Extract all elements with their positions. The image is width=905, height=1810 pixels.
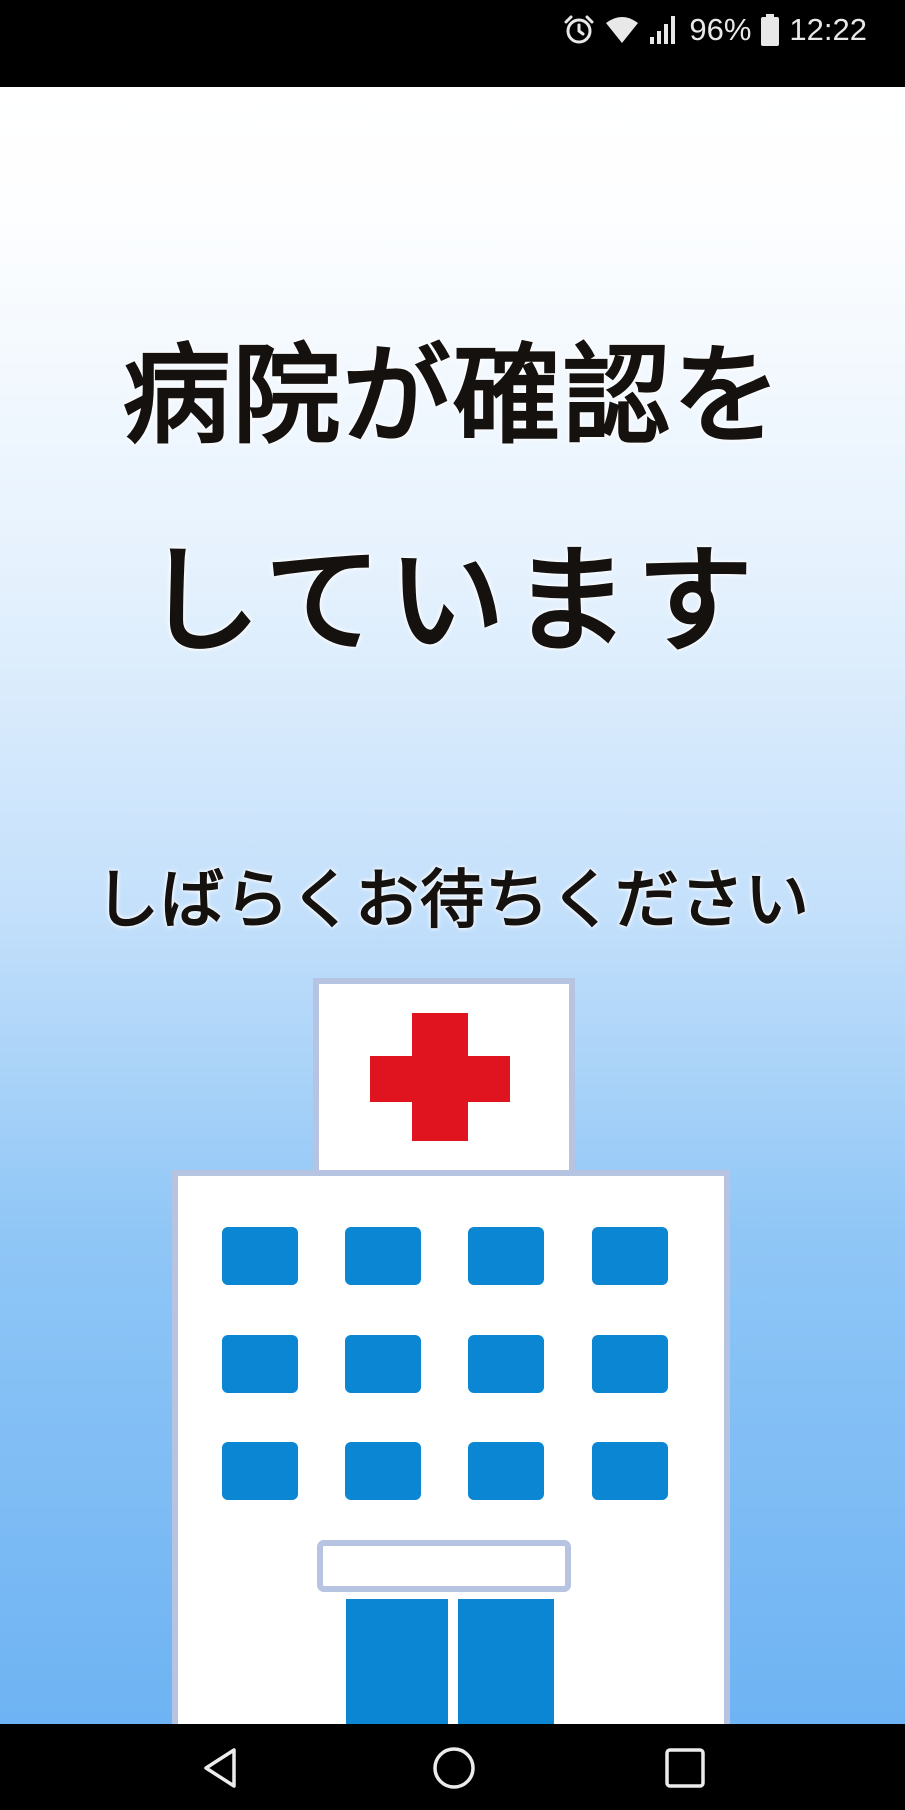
navigation-bar xyxy=(0,1724,905,1810)
hospital-illustration xyxy=(160,977,740,1724)
clock: 12:22 xyxy=(789,12,867,47)
main-content: 病院が確認を しています しばらくお待ちください xyxy=(0,87,905,1724)
back-button[interactable] xyxy=(192,1738,252,1798)
title-line-1: 病院が確認を xyxy=(122,334,783,459)
screen: 96% 12:22 病院が確認を しています しばらくお待ちください xyxy=(0,0,905,1810)
home-icon xyxy=(433,1747,475,1789)
status-bar: 96% 12:22 xyxy=(0,0,905,87)
battery-percent: 96% xyxy=(689,12,752,47)
wait-message: しばらくお待ちください xyxy=(95,864,810,938)
alarm-icon xyxy=(563,14,595,46)
wifi-icon xyxy=(605,15,639,45)
status-icons: 96% 12:22 xyxy=(563,0,867,60)
back-icon xyxy=(204,1748,236,1788)
home-button[interactable] xyxy=(424,1738,484,1798)
battery-icon xyxy=(761,14,780,46)
recent-apps-icon xyxy=(665,1748,705,1788)
signal-icon xyxy=(649,15,679,45)
recent-apps-button[interactable] xyxy=(655,1738,715,1798)
title-line-2: しています xyxy=(144,534,761,669)
